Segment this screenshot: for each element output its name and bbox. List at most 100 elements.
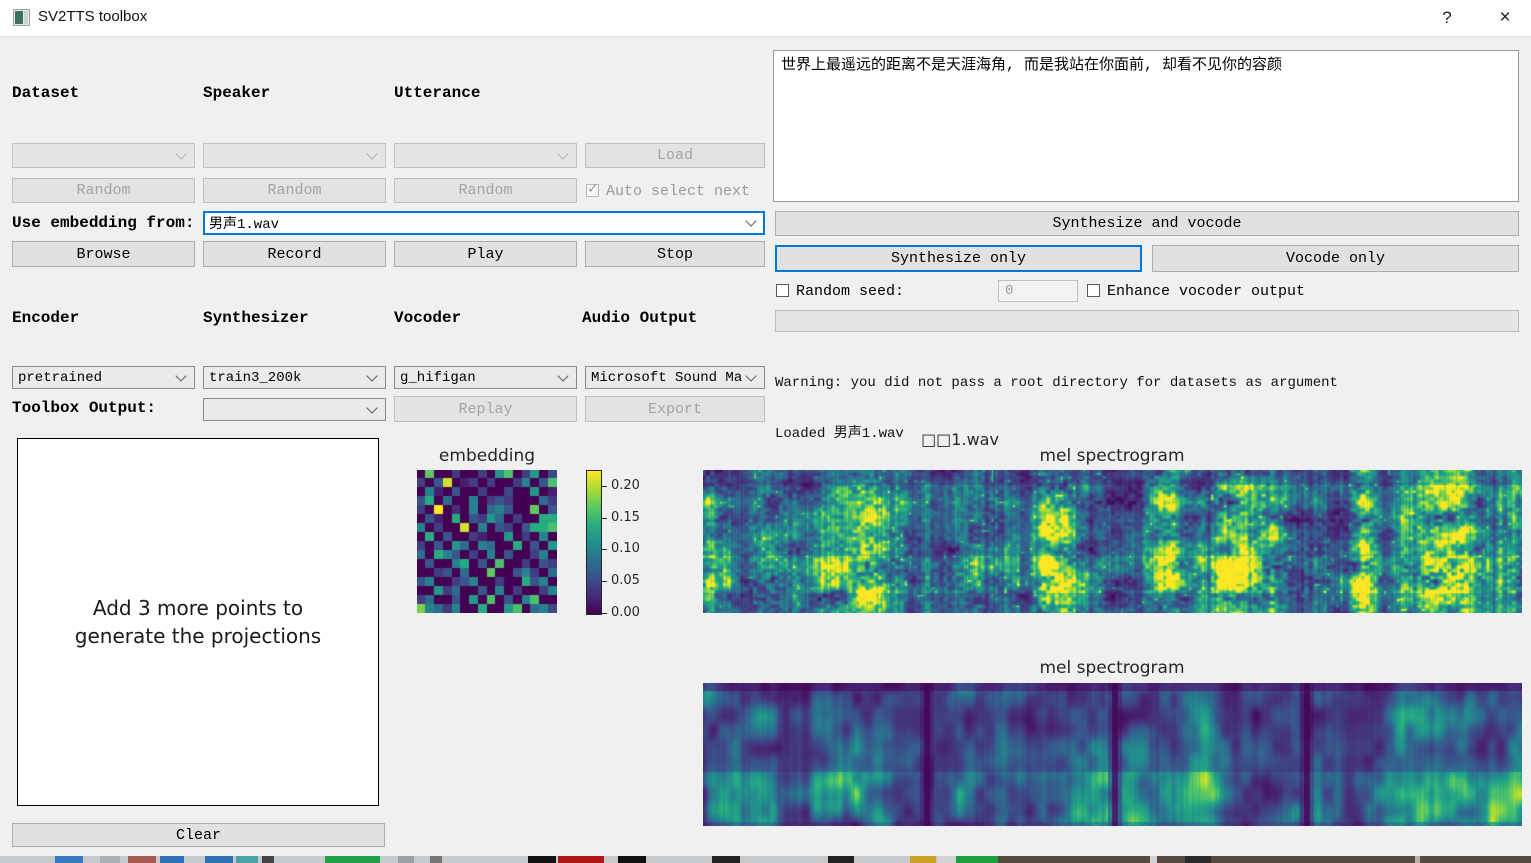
colorbar-tick-label: 0.15 <box>611 510 640 525</box>
toolbox-output-combobox[interactable] <box>203 398 386 421</box>
taskbar-icon-sliver <box>528 856 556 863</box>
dataset-label: Dataset <box>12 84 79 102</box>
utterance-label: Utterance <box>394 84 480 102</box>
mel-spectrogram-synthesized <box>703 683 1522 826</box>
utterance-combobox[interactable] <box>394 143 577 168</box>
taskbar-icon-sliver <box>712 856 740 863</box>
chevron-down-icon <box>175 370 186 381</box>
taskbar-icon-sliver <box>828 856 854 863</box>
taskbar-icon-sliver <box>1415 856 1420 863</box>
taskbar-icon-sliver <box>998 856 1531 863</box>
taskbar-icon-sliver <box>128 856 156 863</box>
taskbar-icon-sliver <box>236 856 258 863</box>
mel-spectrogram-title-1: mel spectrogram <box>1032 446 1192 466</box>
enhance-vocoder-checkbox[interactable] <box>1087 284 1100 297</box>
chevron-down-icon <box>557 148 568 159</box>
vocoder-label: Vocoder <box>394 309 461 327</box>
taskbar-icon-sliver <box>160 856 184 863</box>
toolbox-output-label: Toolbox Output: <box>12 399 156 417</box>
text-prompt-input[interactable]: 世界上最遥远的距离不是天涯海角, 而是我站在你面前, 却看不见你的容颜 <box>773 50 1519 202</box>
taskbar-icon-sliver <box>205 856 233 863</box>
random-seed-checkbox[interactable] <box>776 284 789 297</box>
close-button[interactable]: × <box>1482 0 1528 36</box>
taskbar-icon-sliver <box>618 856 646 863</box>
help-button[interactable]: ? <box>1424 0 1470 36</box>
speaker-combobox[interactable] <box>203 143 386 168</box>
embedding-title: embedding <box>417 446 557 466</box>
check-icon: ✓ <box>587 181 599 197</box>
taskbar-icon-sliver <box>325 856 380 863</box>
stop-button[interactable]: Stop <box>585 241 765 267</box>
random-dataset-button[interactable]: Random <box>12 178 195 203</box>
random-seed-label: Random seed: <box>796 283 904 300</box>
vocoder-combobox[interactable]: g_hifigan <box>394 366 577 389</box>
record-button[interactable]: Record <box>203 241 386 267</box>
clear-button[interactable]: Clear <box>12 823 385 847</box>
windows-taskbar-sliver <box>0 856 1531 863</box>
synthesize-and-vocode-button[interactable]: Synthesize and vocode <box>775 211 1519 236</box>
vocode-only-button[interactable]: Vocode only <box>1152 245 1519 272</box>
taskbar-icon-sliver <box>262 856 274 863</box>
mel-spectrogram-title-2: mel spectrogram <box>1032 658 1192 678</box>
colorbar-tick-mark <box>602 581 607 582</box>
colorbar-tick-label: 0.20 <box>611 478 640 493</box>
taskbar-icon-sliver <box>1150 856 1157 863</box>
auto-select-checkbox[interactable]: ✓ <box>586 184 599 197</box>
browse-button[interactable]: Browse <box>12 241 195 267</box>
replay-button[interactable]: Replay <box>394 396 577 422</box>
dataset-combobox[interactable] <box>12 143 195 168</box>
taskbar-icon-sliver <box>430 856 442 863</box>
taskbar-icon-sliver <box>1185 856 1211 863</box>
title-bar: SV2TTS toolbox ? × <box>0 0 1531 37</box>
app-window: SV2TTS toolbox ? × Dataset Speaker Utter… <box>0 0 1531 863</box>
synthesizer-label: Synthesizer <box>203 309 309 327</box>
chevron-down-icon <box>175 148 186 159</box>
embedding-heatmap <box>417 470 557 613</box>
taskbar-icon-sliver <box>938 856 956 863</box>
export-button[interactable]: Export <box>585 396 765 422</box>
random-utterance-button[interactable]: Random <box>394 178 577 203</box>
audio-output-combobox[interactable]: Microsoft Sound Mapp <box>585 366 765 389</box>
colorbar-tick-mark <box>602 613 607 614</box>
auto-select-label: Auto select next <box>606 183 750 200</box>
chevron-down-icon <box>366 370 377 381</box>
umap-projections-panel: Add 3 more points to generate the projec… <box>17 438 379 806</box>
app-icon <box>13 9 30 26</box>
taskbar-icon-sliver <box>55 856 83 863</box>
audio-output-label: Audio Output <box>582 309 697 327</box>
taskbar-icon-sliver <box>558 856 604 863</box>
colorbar-tick-mark <box>602 518 607 519</box>
load-button[interactable]: Load <box>585 143 765 168</box>
colorbar-tick-label: 0.05 <box>611 573 640 588</box>
chevron-down-icon <box>366 148 377 159</box>
speaker-label: Speaker <box>203 84 270 102</box>
taskbar-icon-sliver <box>398 856 414 863</box>
encoder-combobox[interactable]: pretrained <box>12 366 195 389</box>
generation-progress-bar <box>775 310 1519 332</box>
mel-spectrogram-target <box>703 470 1522 613</box>
chevron-down-icon <box>366 402 377 413</box>
synthesizer-combobox[interactable]: train3_200k <box>203 366 386 389</box>
embedding-colorbar <box>586 470 602 615</box>
chevron-down-icon <box>745 215 756 226</box>
synthesize-only-button[interactable]: Synthesize only <box>775 245 1142 272</box>
seed-input[interactable] <box>998 280 1078 302</box>
taskbar-icon-sliver <box>100 856 120 863</box>
projections-message: Add 3 more points to generate the projec… <box>75 594 321 650</box>
chevron-down-icon <box>557 370 568 381</box>
taskbar-icon-sliver <box>910 856 936 863</box>
log-line: Warning: you did not pass a root directo… <box>775 375 1521 392</box>
encoder-label: Encoder <box>12 309 79 327</box>
embedding-source-combobox[interactable]: 男声1.wav <box>203 211 765 235</box>
colorbar-tick-mark <box>602 549 607 550</box>
window-title: SV2TTS toolbox <box>38 8 147 25</box>
colorbar-tick-label: 0.10 <box>611 541 640 556</box>
taskbar-icon-sliver <box>956 856 998 863</box>
use-embedding-label: Use embedding from: <box>12 214 194 232</box>
utterance-figure-suptitle: □□1.wav <box>880 430 1040 449</box>
colorbar-tick-label: 0.00 <box>611 605 640 620</box>
colorbar-tick-mark <box>602 486 607 487</box>
random-speaker-button[interactable]: Random <box>203 178 386 203</box>
play-button[interactable]: Play <box>394 241 577 267</box>
enhance-vocoder-label: Enhance vocoder output <box>1107 283 1305 300</box>
